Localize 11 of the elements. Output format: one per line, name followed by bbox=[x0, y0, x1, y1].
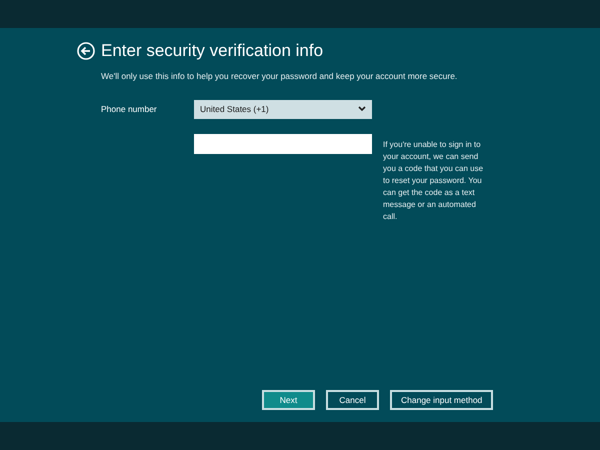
action-button[interactable]: Cancel bbox=[326, 390, 379, 410]
field-label: Phone number bbox=[101, 102, 158, 116]
help-text: If you're unable to sign in to your account, we can send you a code that you can use to reset your password. You can get the code as a text message or an automated call. bbox=[383, 138, 484, 223]
chevron-down-icon bbox=[358, 106, 366, 112]
next-button[interactable]: Next bbox=[262, 390, 315, 410]
subtitle: We'll only use this info to help you recover your password and keep your account more secure. bbox=[101, 70, 458, 83]
country-dropdown[interactable]: United States (+1) bbox=[194, 100, 372, 119]
phone-input[interactable] bbox=[194, 134, 372, 154]
action-button[interactable]: Change input method bbox=[390, 390, 494, 410]
page-title: Enter security verification info bbox=[101, 40, 324, 62]
back-button[interactable] bbox=[77, 42, 95, 60]
